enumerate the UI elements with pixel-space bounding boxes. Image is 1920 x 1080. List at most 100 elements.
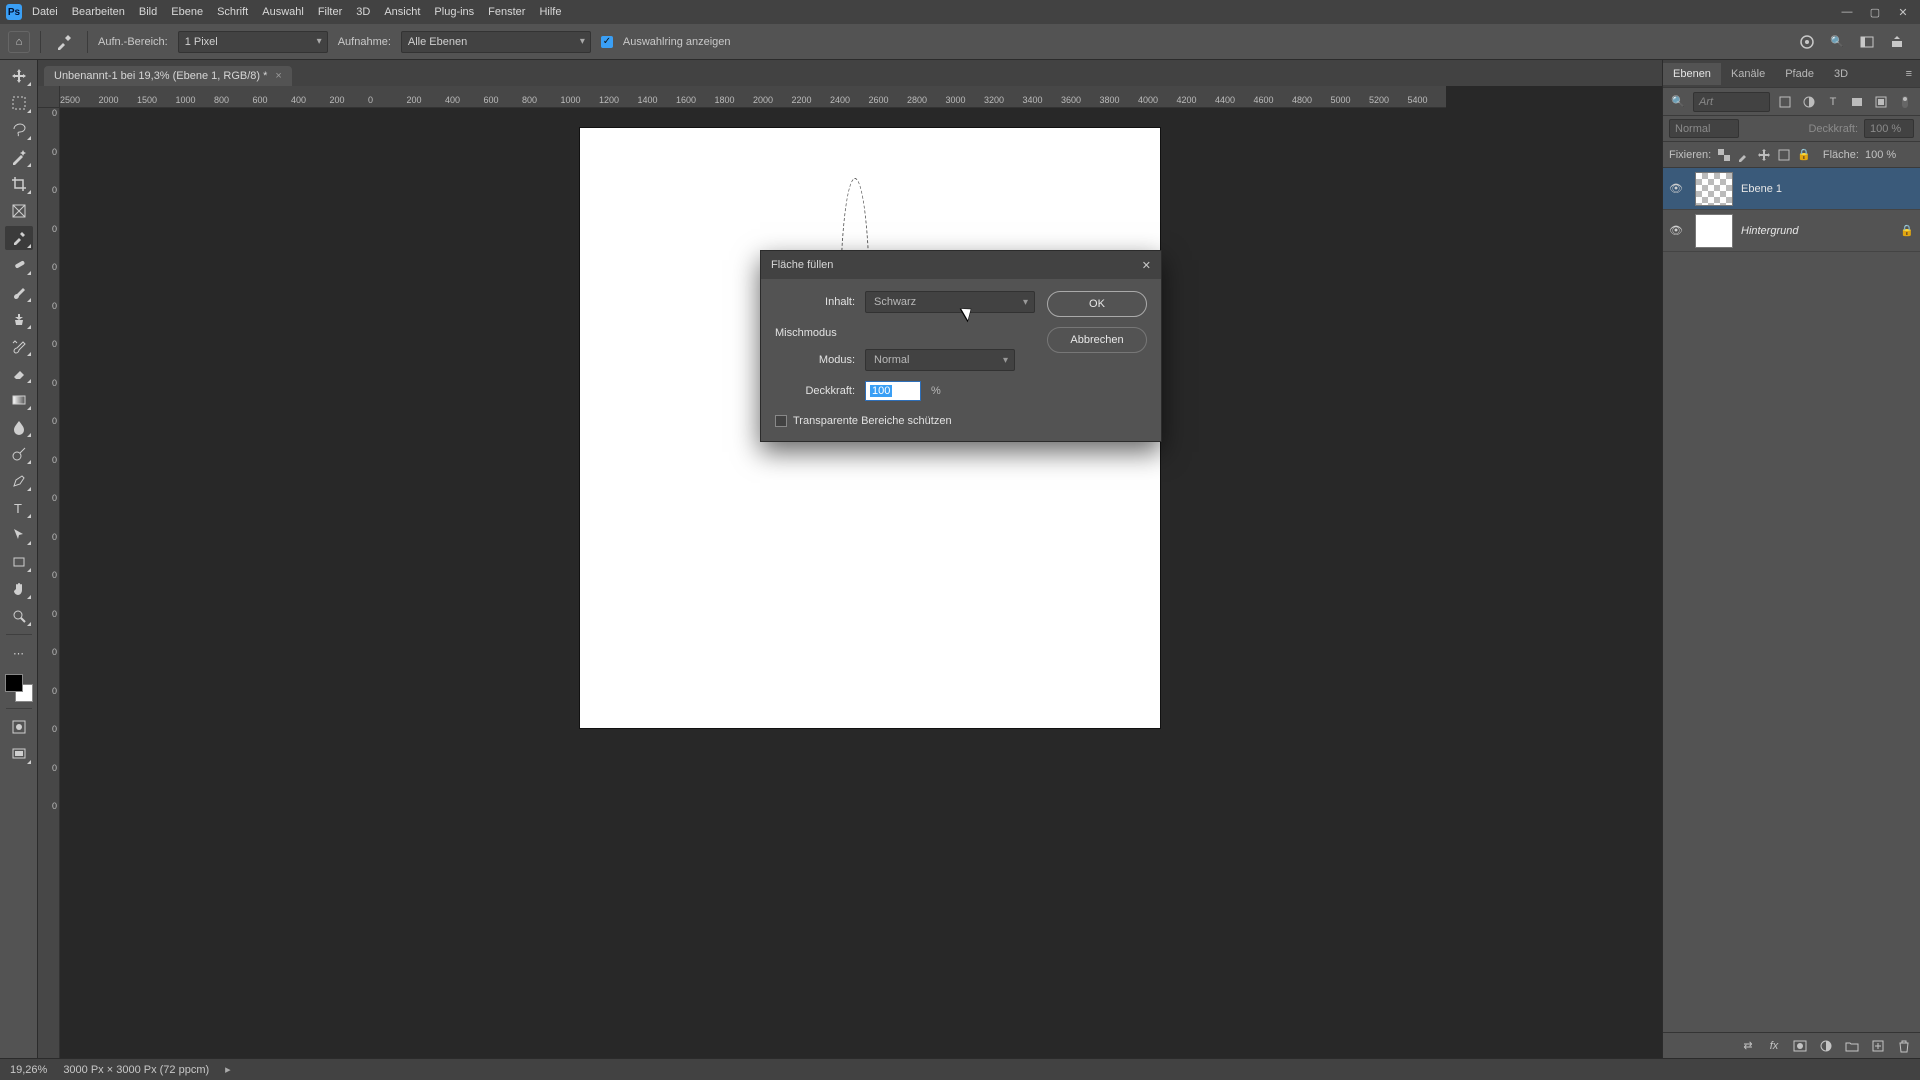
filter-smart-icon[interactable] [1872,93,1890,111]
tool-clone[interactable] [5,307,33,331]
tool-frame[interactable] [5,199,33,223]
tool-pen[interactable] [5,469,33,493]
document-tab[interactable]: Unbenannt-1 bei 19,3% (Ebene 1, RGB/8) *… [44,66,292,86]
tool-zoom[interactable] [5,604,33,628]
menu-3d[interactable]: 3D [356,6,370,18]
tool-lasso[interactable] [5,118,33,142]
menu-hilfe[interactable]: Hilfe [539,6,561,18]
layer-row[interactable]: 👁 Hintergrund 🔒 [1663,210,1920,252]
tool-spot-heal[interactable] [5,253,33,277]
quick-mask-button[interactable] [5,715,33,739]
filter-shape-icon[interactable] [1848,93,1866,111]
color-swatches[interactable] [5,674,33,702]
workspace-icon[interactable] [1858,33,1876,51]
group-icon[interactable] [1844,1038,1860,1054]
tool-eyedropper[interactable] [5,226,33,250]
ok-button[interactable]: OK [1047,291,1147,317]
tool-brush[interactable] [5,280,33,304]
cloud-docs-icon[interactable] [1798,33,1816,51]
opacity-input-field[interactable]: 100 [865,381,921,401]
tab-3d[interactable]: 3D [1824,63,1858,85]
tab-kanaele[interactable]: Kanäle [1721,63,1775,85]
panel-menu-icon[interactable]: ≡ [1898,64,1920,84]
menu-bearbeiten[interactable]: Bearbeiten [72,6,125,18]
tool-type[interactable]: T [5,496,33,520]
layer-name[interactable]: Hintergrund [1741,225,1798,237]
layer-thumbnail[interactable] [1695,172,1733,206]
filter-search-icon[interactable]: 🔍 [1669,93,1687,111]
dialog-close-icon[interactable]: ✕ [1142,259,1151,272]
filter-adjust-icon[interactable] [1800,93,1818,111]
layer-mask-icon[interactable] [1792,1038,1808,1054]
maximize-button[interactable]: ▢ [1864,4,1886,20]
link-layers-icon[interactable]: ⇄ [1740,1038,1756,1054]
tool-crop[interactable] [5,172,33,196]
blend-mode-select[interactable]: Normal [1669,119,1739,138]
preserve-transparency-checkbox[interactable]: Transparente Bereiche schützen [775,415,1035,427]
filter-type-icon[interactable]: T [1824,93,1842,111]
tool-shape[interactable] [5,550,33,574]
tool-marquee[interactable] [5,91,33,115]
horizontal-ruler[interactable]: 2500200015001000800600400200020040060080… [60,86,1446,108]
layer-fx-icon[interactable]: fx [1766,1038,1782,1054]
visibility-icon[interactable]: 👁 [1669,224,1687,237]
doc-info[interactable]: 3000 Px × 3000 Px (72 ppcm) [63,1064,209,1076]
mode-select[interactable]: Normal [865,349,1015,371]
menu-bild[interactable]: Bild [139,6,157,18]
menu-auswahl[interactable]: Auswahl [262,6,304,18]
menu-ansicht[interactable]: Ansicht [384,6,420,18]
tool-gradient[interactable] [5,388,33,412]
tab-pfade[interactable]: Pfade [1775,63,1824,85]
content-select[interactable]: Schwarz [865,291,1035,313]
show-sample-ring-checkbox[interactable]: ✓ [601,36,613,48]
menu-datei[interactable]: Datei [32,6,58,18]
screen-mode-button[interactable] [5,742,33,766]
current-tool-icon[interactable] [51,31,77,53]
menu-ebene[interactable]: Ebene [171,6,203,18]
home-button[interactable]: ⌂ [8,31,30,53]
filter-kind-select[interactable]: Art [1693,92,1770,112]
lock-pixels-icon[interactable] [1737,146,1751,164]
menu-plugins[interactable]: Plug-ins [434,6,474,18]
tab-ebenen[interactable]: Ebenen [1663,63,1721,85]
menu-filter[interactable]: Filter [318,6,342,18]
tool-eraser[interactable] [5,361,33,385]
fill-input[interactable]: 100 % [1865,149,1915,161]
sample-target-select[interactable]: Alle Ebenen [401,31,591,53]
close-window-button[interactable]: ✕ [1892,4,1914,20]
edit-toolbar-button[interactable]: ⋯ [5,641,33,665]
opacity-input[interactable]: 100 % [1864,119,1914,138]
tool-blur[interactable] [5,415,33,439]
new-layer-icon[interactable] [1870,1038,1886,1054]
delete-layer-icon[interactable] [1896,1038,1912,1054]
lock-position-icon[interactable] [1757,146,1771,164]
menu-schrift[interactable]: Schrift [217,6,248,18]
tool-history-brush[interactable] [5,334,33,358]
tool-dodge[interactable] [5,442,33,466]
vertical-ruler[interactable]: 0000000000000000000 [38,108,60,1058]
filter-pixel-icon[interactable] [1776,93,1794,111]
dialog-titlebar[interactable]: Fläche füllen ✕ [761,251,1161,279]
adjustment-layer-icon[interactable] [1818,1038,1834,1054]
close-tab-icon[interactable]: × [275,70,281,82]
minimize-button[interactable]: — [1836,4,1858,20]
layer-thumbnail[interactable] [1695,214,1733,248]
lock-all-icon[interactable]: 🔒 [1797,146,1811,164]
lock-icon[interactable]: 🔒 [1900,224,1914,237]
tool-path-select[interactable] [5,523,33,547]
lock-artboard-icon[interactable] [1777,146,1791,164]
status-flyout-icon[interactable]: ▸ [225,1063,231,1076]
lock-transparency-icon[interactable] [1717,146,1731,164]
cancel-button[interactable]: Abbrechen [1047,327,1147,353]
share-icon[interactable] [1888,33,1906,51]
search-icon[interactable]: 🔍 [1828,33,1846,51]
layer-name[interactable]: Ebene 1 [1741,183,1782,195]
sample-size-select[interactable]: 1 Pixel [178,31,328,53]
layer-row[interactable]: 👁 Ebene 1 [1663,168,1920,210]
tool-hand[interactable] [5,577,33,601]
tool-magic-wand[interactable] [5,145,33,169]
tool-move[interactable] [5,64,33,88]
visibility-icon[interactable]: 👁 [1669,182,1687,195]
zoom-level[interactable]: 19,26% [10,1064,47,1076]
fg-color-swatch[interactable] [5,674,23,692]
